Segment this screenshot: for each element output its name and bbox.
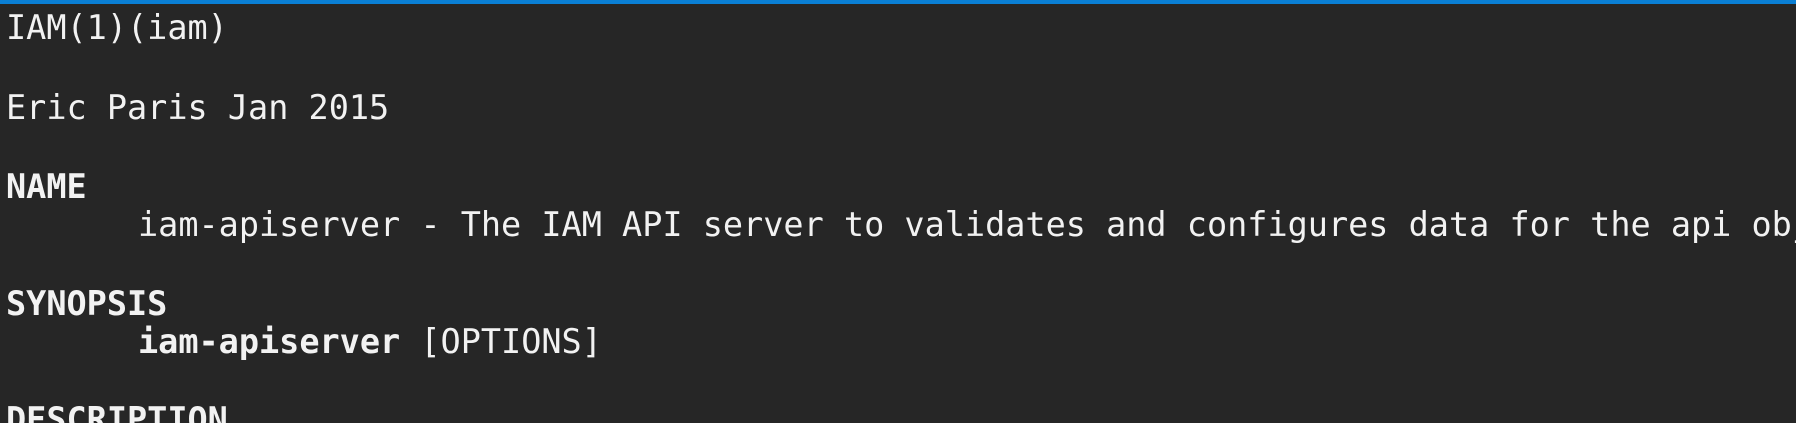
man-page-header: IAM(1)(iam) [6,8,228,47]
name-description-text: iam-apiserver - The IAM API server to va… [138,205,1796,244]
section-heading-synopsis: SYNOPSIS [6,284,168,323]
author-date-line: Eric Paris Jan 2015 [6,88,390,127]
synopsis-command: iam-apiserver [138,322,401,361]
section-heading-description: DESCRIPTION [6,400,228,423]
synopsis-line: iam-apiserver [OPTIONS] [138,322,602,362]
man-page-viewer[interactable]: IAM(1)(iam) Eric Paris Jan 2015 NAME iam… [0,0,1796,423]
section-heading-name: NAME [6,167,87,206]
synopsis-args: [OPTIONS] [400,322,602,361]
